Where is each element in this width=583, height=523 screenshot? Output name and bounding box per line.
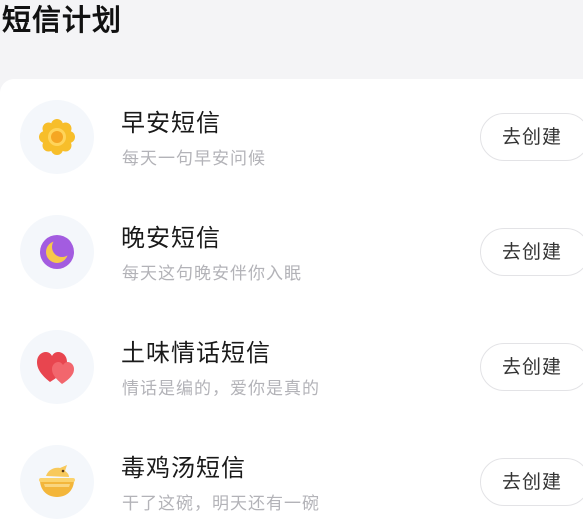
plan-desc: 每天一句早安问候: [122, 149, 266, 169]
plan-desc: 干了这碗，明天还有一碗: [122, 494, 320, 514]
plan-list: 早安短信 每天一句早安问候 去创建 晚安短信 每天这句晚安伴你入眠 去创建 土味…: [0, 79, 583, 523]
sms-plan-page: 短信计划 早安短信 每天一句早安问候 去创建 晚安短信 每天这句晚安伴你入眠 去…: [0, 0, 583, 523]
moon-icon: [20, 215, 94, 289]
plan-item-soup: 毒鸡汤短信 干了这碗，明天还有一碗 去创建: [0, 424, 583, 523]
plan-card: 早安短信 每天一句早安问候 去创建 晚安短信 每天这句晚安伴你入眠 去创建 土味…: [0, 79, 583, 523]
create-night-button[interactable]: 去创建: [480, 228, 583, 276]
plan-desc: 每天这句晚安伴你入眠: [122, 264, 302, 284]
soup-bowl-icon: [20, 445, 94, 519]
plan-item-love: 土味情话短信 情话是编的，爱你是真的 去创建: [0, 309, 583, 424]
create-soup-button[interactable]: 去创建: [480, 458, 583, 506]
plan-item-night: 晚安短信 每天这句晚安伴你入眠 去创建: [0, 194, 583, 309]
plan-name: 晚安短信: [121, 224, 221, 252]
plan-name: 早安短信: [121, 109, 221, 137]
hearts-icon: [20, 330, 94, 404]
sun-flower-icon: [20, 100, 94, 174]
create-love-button[interactable]: 去创建: [480, 343, 583, 391]
create-morning-button[interactable]: 去创建: [480, 113, 583, 161]
plan-desc: 情话是编的，爱你是真的: [122, 379, 320, 399]
plan-name: 毒鸡汤短信: [121, 454, 246, 482]
page-title: 短信计划: [2, 3, 123, 37]
plan-item-morning: 早安短信 每天一句早安问候 去创建: [0, 79, 583, 194]
plan-name: 土味情话短信: [121, 339, 271, 367]
